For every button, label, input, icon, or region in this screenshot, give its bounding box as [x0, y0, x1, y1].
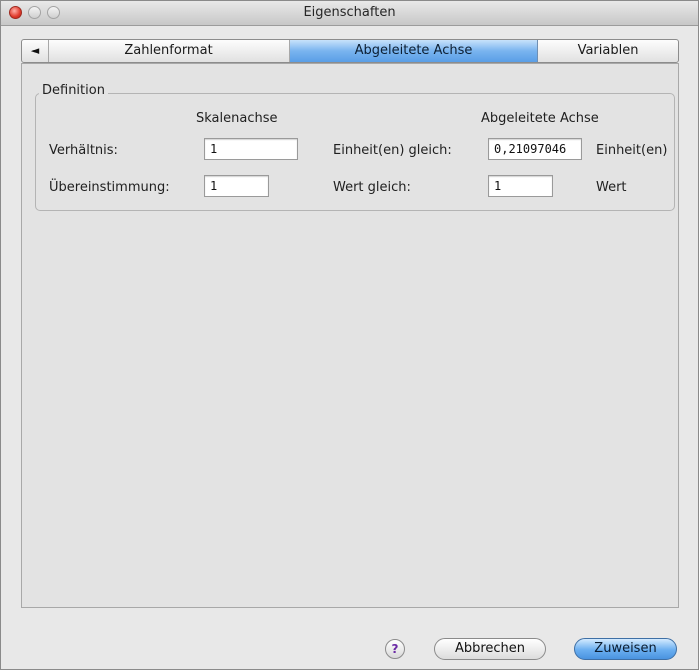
tab-bar: ◄ Zahlenformat Abgeleitete Achse Variabl…	[21, 39, 679, 63]
definition-legend: Definition	[39, 83, 108, 98]
ratio-scale-input[interactable]: 1	[204, 138, 298, 160]
ratio-derived-label: Einheit(en) gleich:	[333, 143, 452, 158]
apply-button[interactable]: Zuweisen	[574, 638, 677, 660]
properties-dialog: Eigenschaften ◄ Zahlenformat Abgeleitete…	[0, 0, 699, 670]
tab-abgeleitete-achse[interactable]: Abgeleitete Achse	[290, 40, 538, 62]
help-icon[interactable]: ?	[385, 639, 405, 659]
derived-axis-header: Abgeleitete Achse	[481, 111, 599, 126]
scale-axis-header: Skalenachse	[196, 111, 278, 126]
title-bar[interactable]: Eigenschaften	[1, 1, 698, 26]
match-derived-label: Wert gleich:	[333, 180, 411, 195]
ratio-unit-label: Einheit(en)	[596, 143, 668, 158]
tab-variablen[interactable]: Variablen	[538, 40, 678, 62]
match-unit-label: Wert	[596, 180, 627, 195]
match-scale-input[interactable]: 1	[204, 175, 269, 197]
tab-zahlenformat[interactable]: Zahlenformat	[48, 40, 290, 62]
ratio-derived-input[interactable]: 0,21097046	[488, 138, 582, 160]
tab-scroll-left-icon[interactable]: ◄	[22, 40, 49, 62]
cancel-button[interactable]: Abbrechen	[434, 638, 546, 660]
ratio-label: Verhältnis:	[49, 143, 118, 158]
window-title: Eigenschaften	[303, 5, 396, 20]
match-label: Übereinstimmung:	[49, 180, 170, 195]
match-derived-input[interactable]: 1	[488, 175, 553, 197]
